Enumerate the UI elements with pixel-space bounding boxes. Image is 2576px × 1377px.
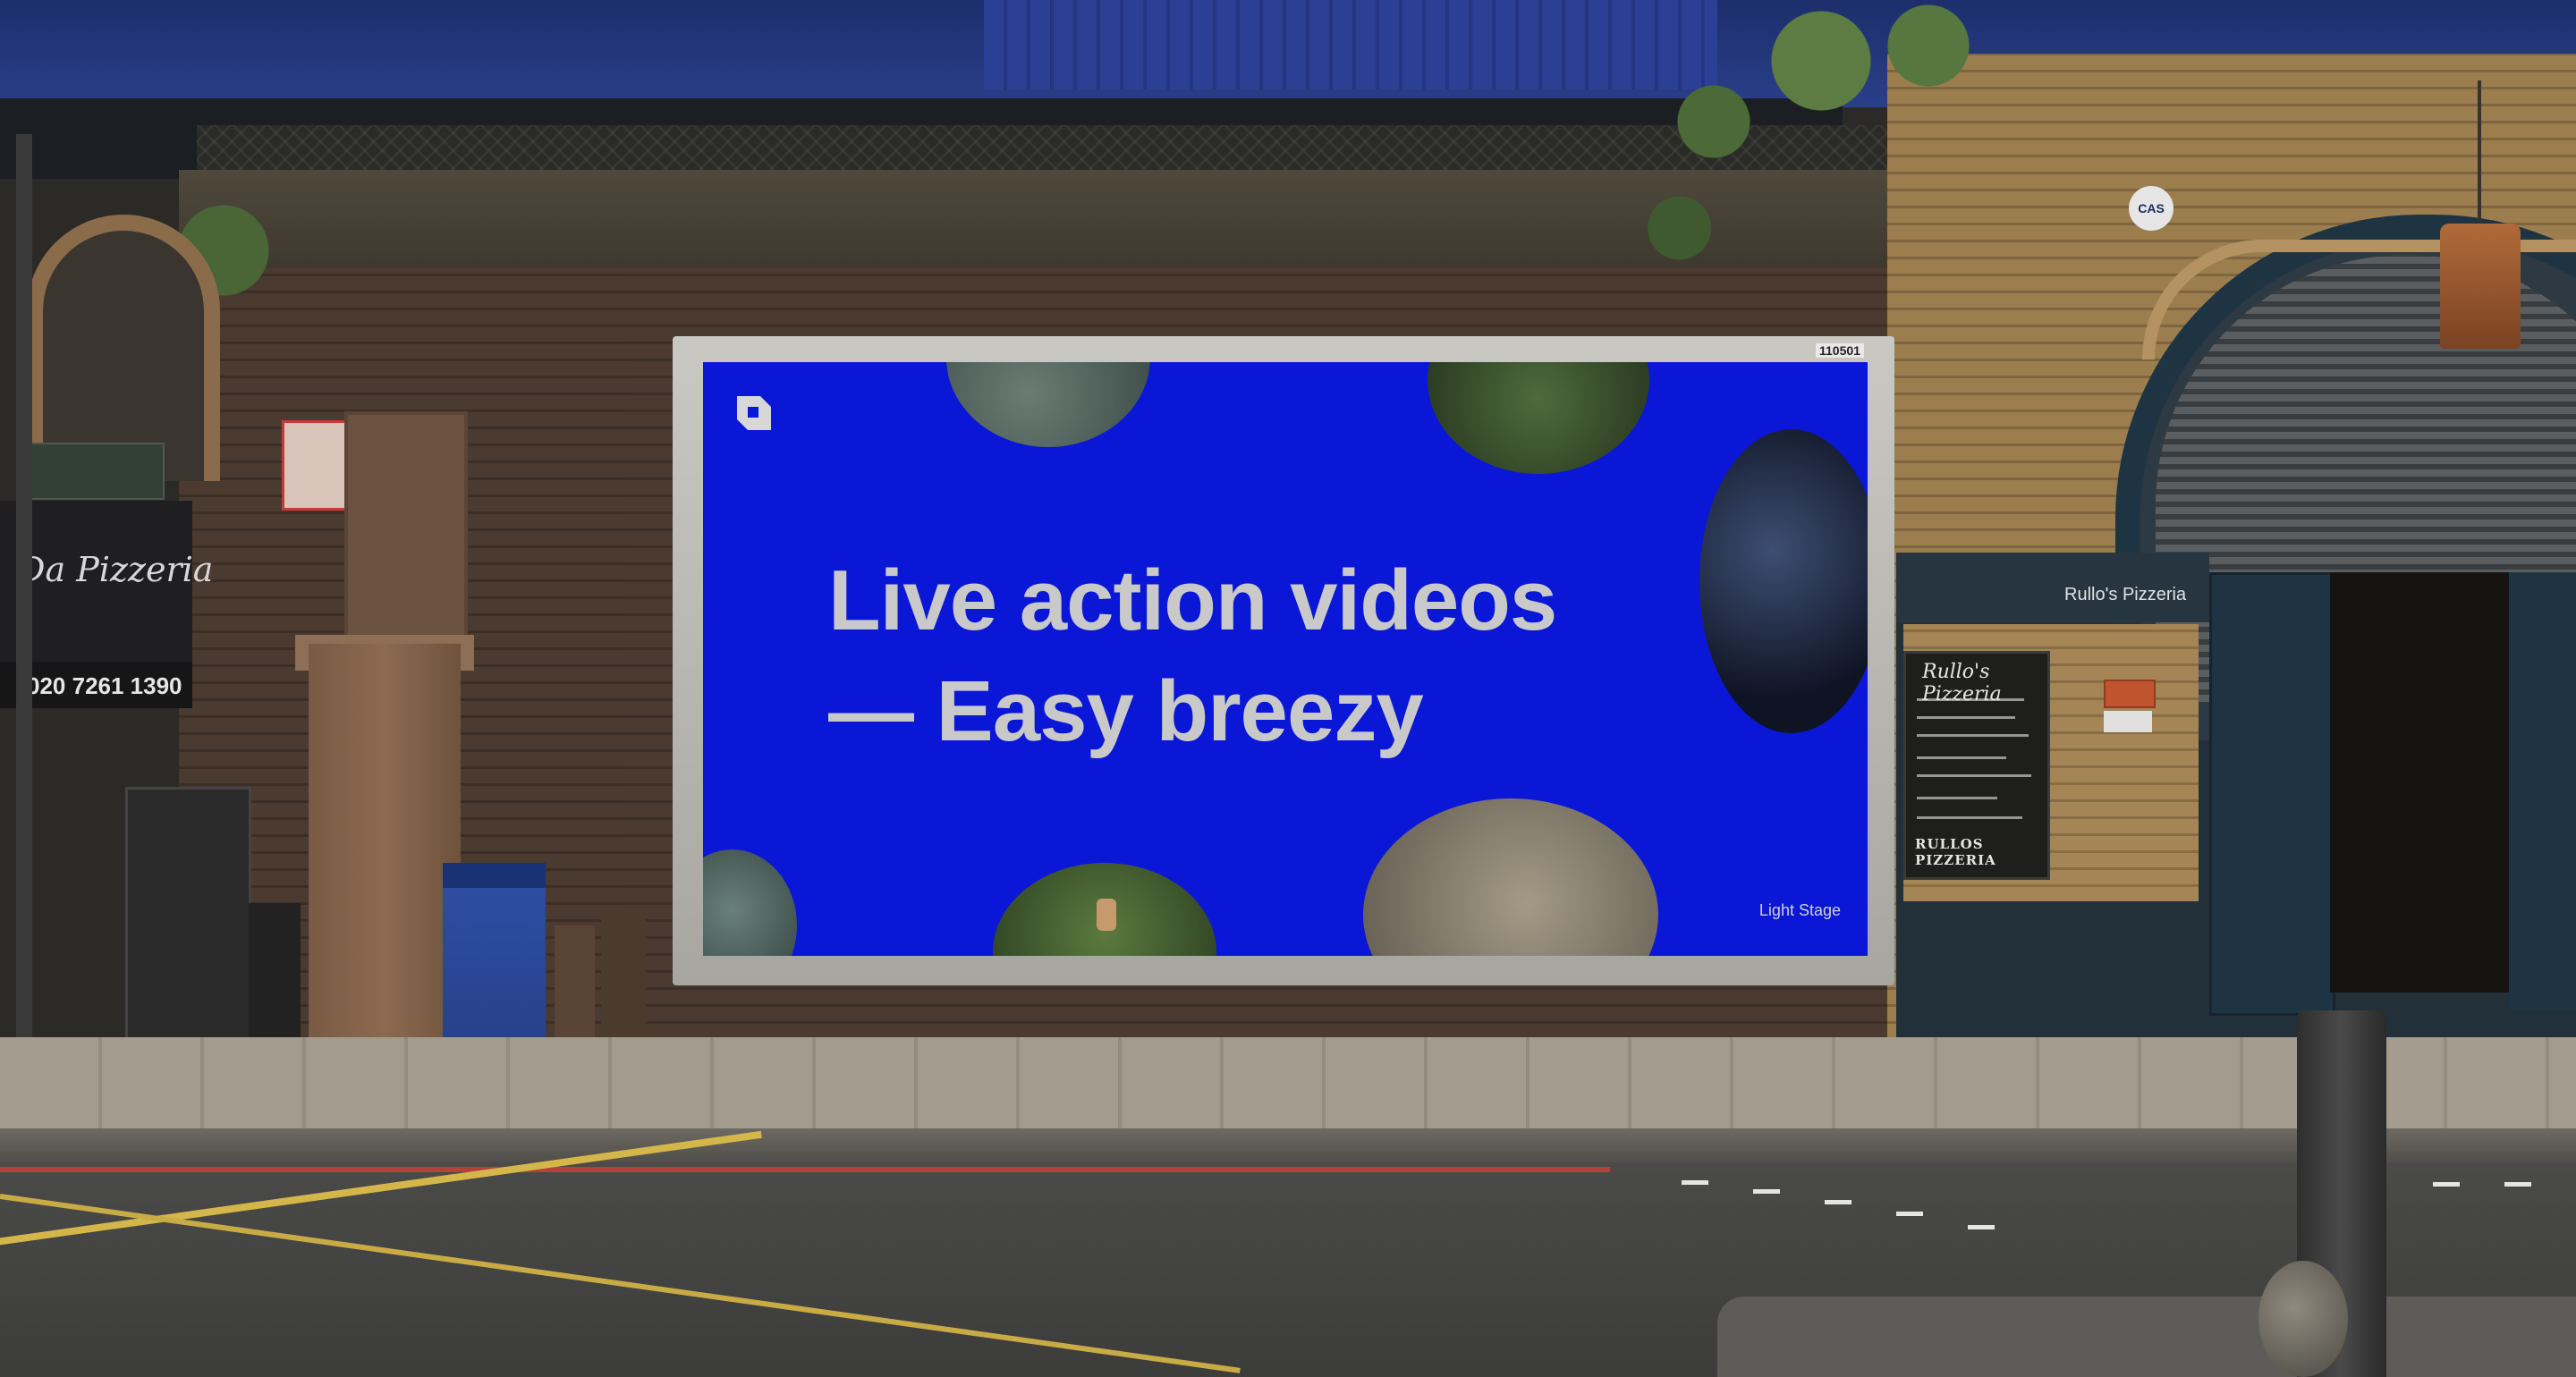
climber-figure bbox=[1097, 899, 1116, 931]
wall-plaque bbox=[2104, 680, 2156, 708]
photo-circle bbox=[1363, 798, 1658, 956]
chalk-line bbox=[1917, 774, 2031, 777]
chalk-line bbox=[1917, 734, 2029, 737]
menu-chalkboard: Rullo's Pizzeria RULLOS PIZZERIA bbox=[1903, 651, 2050, 880]
drinking-fountain bbox=[309, 644, 461, 1046]
bridge-girder bbox=[984, 0, 1717, 89]
photo-circle bbox=[1699, 429, 1868, 733]
lantern-icon bbox=[2440, 224, 2521, 349]
wall-plaque bbox=[2104, 711, 2152, 732]
headline-line-2: — Easy breezy bbox=[828, 663, 1424, 759]
shop-name: Rullo's Pizzeria bbox=[2064, 585, 2187, 604]
photo-circle bbox=[703, 849, 797, 956]
lantern-chain bbox=[2478, 80, 2481, 224]
chalk-line bbox=[1917, 797, 1997, 799]
road-dash bbox=[1682, 1180, 1708, 1185]
open-doorway bbox=[2330, 572, 2509, 993]
road-dash bbox=[1753, 1189, 1780, 1194]
brand-name: Light Stage bbox=[1758, 901, 1841, 919]
headline-line-1: Live action videos bbox=[828, 553, 1557, 648]
road-dash bbox=[2504, 1182, 2531, 1187]
billboard-headline: Live action videos — Easy breezy bbox=[828, 545, 1557, 767]
kerb bbox=[0, 1128, 2576, 1164]
traffic-island bbox=[1717, 1297, 2576, 1377]
photo-circle bbox=[1428, 362, 1649, 474]
road-dash bbox=[2433, 1182, 2460, 1187]
chalkboard-footer: RULLOS PIZZERIA bbox=[1915, 836, 1996, 868]
chalk-line bbox=[1917, 816, 2022, 819]
brand-logo-icon bbox=[737, 396, 771, 430]
wooden-bollard bbox=[555, 925, 595, 1051]
road-dash bbox=[1968, 1225, 1995, 1229]
small-bin bbox=[249, 903, 301, 1037]
ivy-foliage bbox=[1628, 0, 2057, 304]
shop-phone-number: 020 7261 1390 bbox=[27, 672, 182, 699]
stone-ball bbox=[2258, 1261, 2348, 1377]
lamp-post bbox=[16, 134, 32, 1091]
shop-door bbox=[2509, 572, 2576, 1010]
pavement bbox=[0, 1037, 2576, 1136]
red-route-line bbox=[0, 1167, 1610, 1172]
billboard-poster: Live action videos — Easy breezy Light S… bbox=[703, 362, 1868, 956]
wooden-bollard bbox=[601, 912, 646, 1055]
blue-bin bbox=[443, 863, 546, 1055]
left-archway bbox=[27, 215, 220, 481]
road-dash bbox=[1896, 1212, 1923, 1216]
chalk-line bbox=[1917, 756, 2006, 759]
shop-door bbox=[2209, 572, 2335, 1016]
cas-badge: CAS bbox=[2129, 186, 2174, 231]
utility-cabinet bbox=[125, 787, 251, 1043]
notice-sign bbox=[282, 420, 350, 511]
street-scene: Da Pizzeria 020 7261 1390 110501 Live ac… bbox=[0, 0, 2576, 1377]
blue-bin-lid bbox=[443, 863, 546, 888]
panel-code: 110501 bbox=[1816, 343, 1864, 358]
stone-carving bbox=[344, 411, 468, 642]
photo-circle bbox=[946, 362, 1150, 447]
chalk-line bbox=[1917, 716, 2015, 719]
chalk-line bbox=[1917, 698, 2024, 701]
awning-script-text: Da Pizzeria bbox=[18, 550, 214, 589]
road-dash bbox=[1825, 1200, 1852, 1204]
street-sign bbox=[27, 443, 165, 500]
